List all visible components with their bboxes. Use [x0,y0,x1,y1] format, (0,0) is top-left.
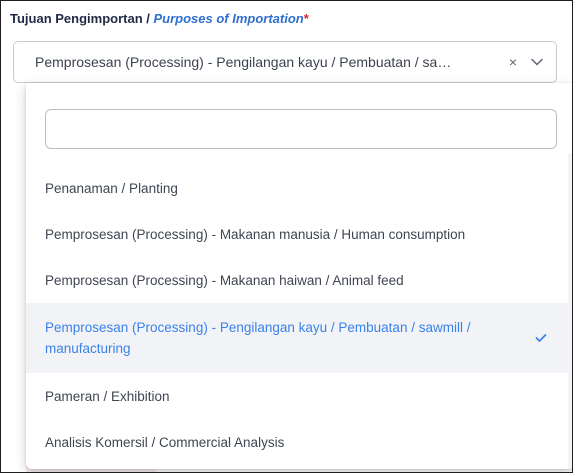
check-icon [534,331,548,345]
option-label: Pemprosesan (Processing) - Pengilangan k… [45,320,471,356]
clear-icon[interactable]: × [506,54,520,70]
option-commercial-analysis[interactable]: Analisis Komersil / Commercial Analysis [26,419,568,465]
selected-value: Pemprosesan (Processing) - Pengilangan k… [35,54,452,70]
option-label: Pameran / Exhibition [45,388,170,404]
option-planting[interactable]: Penanaman / Planting [26,165,568,211]
dropdown-scrollbar[interactable] [568,153,572,469]
option-label: Penanaman / Planting [45,180,178,196]
purposes-select[interactable]: Pemprosesan (Processing) - Pengilangan k… [13,41,557,83]
field-label-en: Purposes of Importation [153,11,304,26]
field-label-ms: Tujuan Pengimportan / [10,11,154,26]
option-label: Pemprosesan (Processing) - Makanan manus… [45,226,466,242]
form-frame: Tujuan Pengimportan / Purposes of Import… [0,0,573,473]
options-list: Penanaman / Planting Pemprosesan (Proces… [26,165,568,465]
chevron-down-icon[interactable] [530,55,544,69]
option-label: Pemprosesan (Processing) - Makanan haiwa… [45,272,404,288]
option-animal-feed[interactable]: Pemprosesan (Processing) - Makanan haiwa… [26,257,568,303]
required-marker: * [303,11,309,26]
dropdown-search-input[interactable] [45,109,557,149]
option-sawmill-manufacturing[interactable]: Pemprosesan (Processing) - Pengilangan k… [26,303,568,373]
dropdown-menu: Penanaman / Planting Pemprosesan (Proces… [26,83,572,469]
option-label: Analisis Komersil / Commercial Analysis [45,434,285,450]
option-exhibition[interactable]: Pameran / Exhibition [26,373,568,419]
option-human-consumption[interactable]: Pemprosesan (Processing) - Makanan manus… [26,211,568,257]
field-label: Tujuan Pengimportan / Purposes of Import… [10,11,309,26]
